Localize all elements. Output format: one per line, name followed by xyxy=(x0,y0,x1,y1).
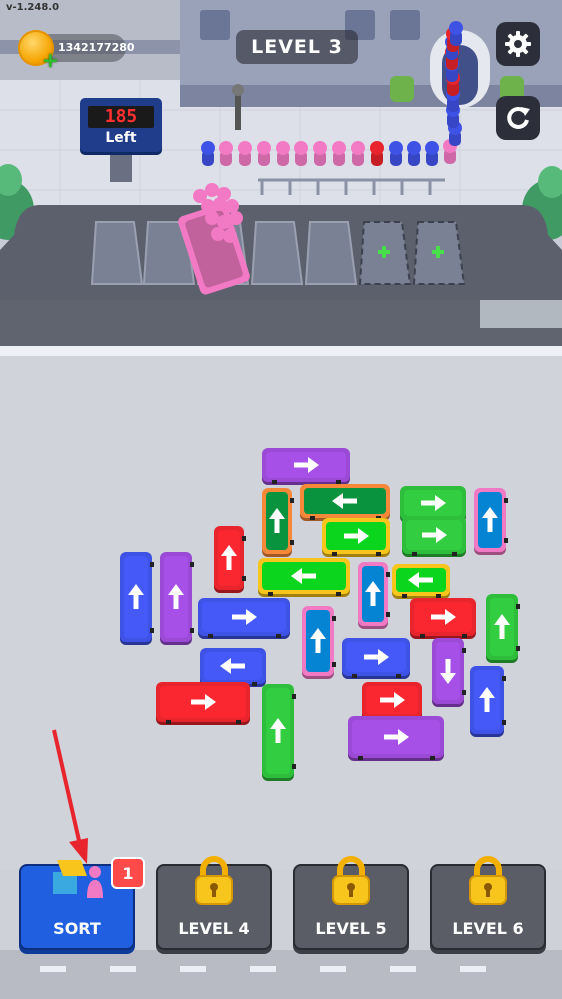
passenger xyxy=(238,141,252,166)
passenger xyxy=(205,211,219,225)
parking-slot[interactable] xyxy=(304,221,358,285)
padlock-icon xyxy=(469,856,507,905)
passenger xyxy=(257,141,271,166)
bus-pink-up[interactable] xyxy=(358,562,390,629)
bus-purple-right[interactable] xyxy=(348,716,444,761)
bus-blue-right[interactable] xyxy=(342,638,410,679)
remaining-label: Left xyxy=(105,130,137,146)
remaining-count: 185 xyxy=(88,106,154,128)
level4-label: LEVEL 4 xyxy=(178,919,250,938)
restart-icon xyxy=(507,106,530,129)
version-label: v-1.248.0 xyxy=(6,2,60,13)
bus-blue-left[interactable] xyxy=(200,648,266,687)
sign-post xyxy=(110,148,132,182)
bus-yellow-right[interactable] xyxy=(322,518,390,557)
parking-slot[interactable] xyxy=(250,221,304,285)
bus-pink-up[interactable] xyxy=(474,488,508,555)
bus-orange-up[interactable] xyxy=(262,488,294,557)
bus-blue-right[interactable] xyxy=(198,598,290,639)
bus-orange-left[interactable] xyxy=(300,484,390,521)
passenger xyxy=(294,141,308,166)
bus-red-right[interactable] xyxy=(156,682,250,725)
bus-green-up[interactable] xyxy=(262,684,296,781)
level5-label: LEVEL 5 xyxy=(315,919,387,938)
parking-slot[interactable] xyxy=(412,221,466,285)
passenger xyxy=(389,141,403,166)
bus-red-right[interactable] xyxy=(410,598,476,639)
passenger xyxy=(217,215,231,229)
bus-blue-up[interactable] xyxy=(120,552,154,645)
passenger xyxy=(201,141,215,166)
passenger xyxy=(229,211,243,225)
passenger xyxy=(313,141,327,166)
bus-yellow-left[interactable] xyxy=(258,558,350,597)
passenger xyxy=(211,227,225,241)
gear-icon xyxy=(505,31,531,57)
padlock-icon xyxy=(195,856,233,905)
passenger xyxy=(223,229,237,243)
bus-purple-up[interactable] xyxy=(160,552,194,645)
sort-label: SORT xyxy=(53,919,101,938)
coin-amount: 1342177280 xyxy=(58,41,135,54)
restart-button[interactable] xyxy=(496,96,540,140)
bus-green-up[interactable] xyxy=(486,594,520,663)
bus-green-right[interactable] xyxy=(402,516,466,557)
passenger xyxy=(219,141,233,166)
plus-icon[interactable]: + xyxy=(42,50,59,70)
bus-yellow-left[interactable] xyxy=(392,564,450,599)
passenger xyxy=(213,197,227,211)
sort-icon xyxy=(53,860,103,898)
bus-purple-down[interactable] xyxy=(432,638,466,707)
level-title: LEVEL 3 xyxy=(236,30,358,64)
settings-button[interactable] xyxy=(496,22,540,66)
level6-label: LEVEL 6 xyxy=(452,919,524,938)
parking-slot[interactable] xyxy=(358,221,412,285)
level4-button[interactable]: LEVEL 4 xyxy=(156,856,272,950)
bus-blue-up[interactable] xyxy=(470,666,506,737)
passenger xyxy=(201,199,215,213)
bus-red-right[interactable] xyxy=(362,682,422,721)
sort-badge: 1 xyxy=(111,857,145,889)
passenger xyxy=(351,141,365,166)
passenger xyxy=(449,21,463,46)
passenger xyxy=(425,141,439,166)
passenger xyxy=(370,141,384,166)
passenger xyxy=(332,141,346,166)
bus-pink-up[interactable] xyxy=(302,606,336,679)
bus-red-up[interactable] xyxy=(214,526,246,593)
level5-button[interactable]: LEVEL 5 xyxy=(293,856,409,950)
padlock-icon xyxy=(332,856,370,905)
passenger xyxy=(276,141,290,166)
level6-button[interactable]: LEVEL 6 xyxy=(430,856,546,950)
passenger xyxy=(225,199,239,213)
parking-slot[interactable] xyxy=(90,221,144,285)
bus-purple-right[interactable] xyxy=(262,448,350,485)
passenger xyxy=(407,141,421,166)
remaining-sign: 185 Left xyxy=(80,98,162,152)
passenger xyxy=(205,183,219,197)
